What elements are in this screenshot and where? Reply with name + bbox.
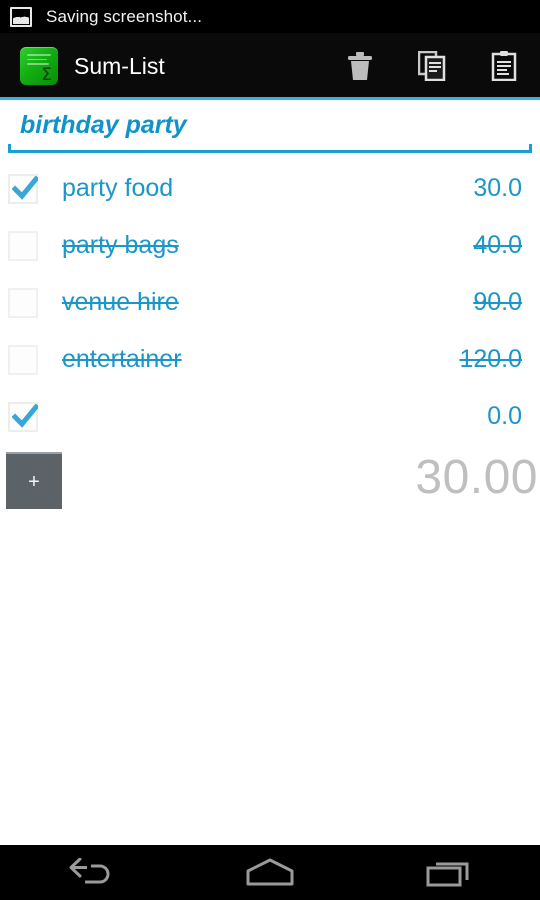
add-item-button[interactable]: + (6, 452, 62, 509)
list-item[interactable]: 0.0 (0, 388, 540, 445)
nav-home-icon (242, 858, 298, 888)
item-value[interactable]: 0.0 (487, 402, 522, 431)
items-list: party food 30.0 party bags 40.0 venue hi… (0, 160, 540, 445)
delete-icon (347, 51, 373, 81)
item-value[interactable]: 90.0 (473, 288, 522, 317)
app-title: Sum-List (74, 52, 165, 79)
list-footer: + 30.00 (0, 451, 540, 512)
list-item[interactable]: party food 30.0 (0, 160, 540, 217)
list-item[interactable]: venue hire 90.0 (0, 274, 540, 331)
screenshot-image-icon (10, 6, 32, 27)
item-checkbox[interactable] (8, 401, 38, 432)
nav-home-button[interactable] (180, 845, 360, 900)
item-label[interactable]: entertainer (62, 345, 459, 374)
check-icon (12, 403, 38, 428)
item-value[interactable]: 120.0 (459, 345, 522, 374)
delete-button[interactable] (324, 33, 396, 99)
item-value[interactable]: 40.0 (473, 231, 522, 260)
android-nav-bar (0, 845, 540, 900)
sigma-glyph: Σ (41, 65, 52, 85)
item-label[interactable]: party food (62, 174, 473, 203)
action-bar: Σ Sum-List (0, 33, 540, 99)
item-value[interactable]: 30.0 (473, 174, 522, 203)
status-bar-text: Saving screenshot... (46, 6, 203, 26)
list-title-underline (8, 144, 532, 153)
list-item[interactable]: entertainer 120.0 (0, 331, 540, 388)
nav-recents-icon (425, 858, 475, 888)
sum-list-app-icon: Σ (20, 47, 58, 85)
nav-back-icon (67, 857, 113, 888)
paste-icon (491, 51, 517, 81)
app-root: Saving screenshot... Σ Sum-List birthday… (0, 0, 540, 900)
item-checkbox[interactable] (8, 344, 38, 375)
list-title-value[interactable]: birthday party (8, 105, 532, 145)
nav-back-button[interactable] (0, 845, 180, 900)
item-label[interactable]: venue hire (62, 288, 473, 317)
total-amount: 30.00 (415, 451, 538, 504)
item-label[interactable]: party bags (62, 231, 473, 260)
item-checkbox[interactable] (8, 173, 38, 204)
nav-recents-button[interactable] (360, 845, 540, 900)
item-checkbox[interactable] (8, 230, 38, 261)
action-bar-accent-divider (0, 97, 540, 100)
action-bar-buttons (324, 33, 540, 99)
plus-icon: + (28, 470, 40, 493)
list-item[interactable]: party bags 40.0 (0, 217, 540, 274)
item-checkbox[interactable] (8, 287, 38, 318)
status-bar: Saving screenshot... (0, 0, 540, 33)
copy-button[interactable] (396, 33, 468, 99)
copy-icon (418, 51, 446, 81)
list-title-field[interactable]: birthday party (8, 105, 532, 153)
paste-button[interactable] (468, 33, 540, 99)
check-icon (12, 175, 38, 200)
